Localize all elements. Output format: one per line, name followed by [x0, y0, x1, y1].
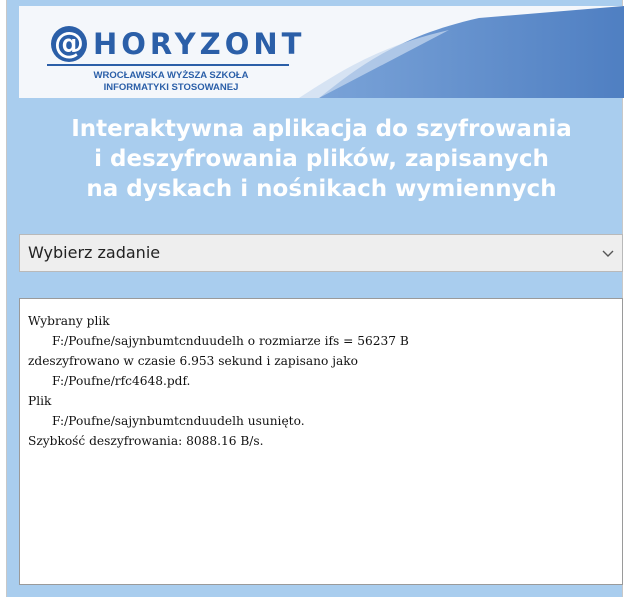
output-line: Wybrany plik — [28, 314, 110, 328]
app-window: @ HORYZONT WROCŁAWSKA WYŻSZA SZKOŁA INFO… — [6, 0, 624, 597]
task-select[interactable]: Wybierz zadanie — [19, 234, 623, 272]
app-title-line1: Interaktywna aplikacja do szyfrowania — [71, 116, 572, 142]
logo-at-icon: @ — [51, 26, 87, 62]
app-title-line3: na dyskach i nośnikach wymiennych — [86, 176, 557, 202]
logo-wordmark: HORYZONT — [93, 27, 306, 61]
logo-subtitle-line1: WROCŁAWSKA WYŻSZA SZKOŁA — [93, 70, 249, 81]
header-banner: @ HORYZONT WROCŁAWSKA WYŻSZA SZKOŁA INFO… — [19, 6, 624, 98]
chevron-down-icon — [602, 250, 614, 257]
app-title-line2: i deszyfrowania plików, zapisanych — [94, 146, 549, 172]
output-textarea[interactable]: Wybrany plik F:/Poufne/sajynbumtcnduudel… — [19, 298, 623, 585]
output-line: F:/Poufne/sajynbumtcnduudelh o rozmiarze… — [52, 334, 409, 348]
logo-subtitle-line2: INFORMATYKI STOSOWANEJ — [103, 82, 239, 93]
output-line: zdeszyfrowano w czasie 6.953 sekund i za… — [28, 354, 358, 368]
logo-divider — [47, 64, 289, 66]
output-line: Szybkość deszyfrowania: 8088.16 B/s. — [28, 434, 264, 448]
output-line: Plik — [28, 394, 52, 408]
output-line: F:/Poufne/rfc4648.pdf. — [52, 374, 191, 388]
output-line: F:/Poufne/sajynbumtcnduudelh usunięto. — [52, 414, 305, 428]
task-select-value: Wybierz zadanie — [28, 243, 161, 262]
app-title: Interaktywna aplikacja do szyfrowania i … — [19, 114, 624, 204]
